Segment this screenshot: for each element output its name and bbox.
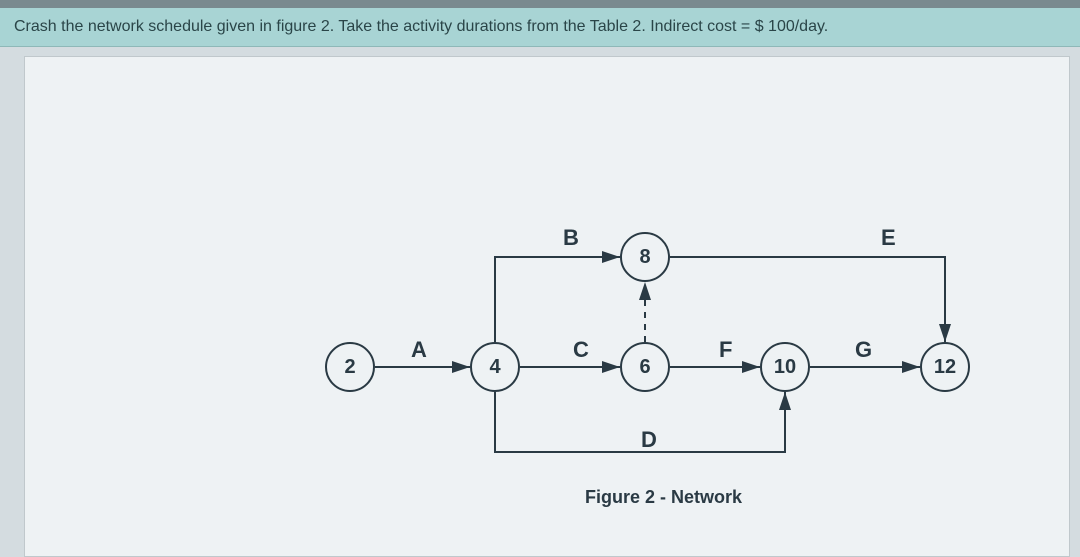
label-B: B: [563, 225, 579, 251]
node-8: 8: [620, 232, 670, 282]
node-4: 4: [470, 342, 520, 392]
node-2: 2: [325, 342, 375, 392]
node-6: 6: [620, 342, 670, 392]
label-C: C: [573, 337, 589, 363]
label-E: E: [881, 225, 896, 251]
label-D: D: [641, 427, 657, 453]
node-10: 10: [760, 342, 810, 392]
content-area: 2 4 6 8 10 12 A B C D E F G Figure 2 - N…: [24, 56, 1070, 557]
edge-E: [670, 257, 945, 342]
edge-D: [495, 392, 785, 452]
network-diagram: 2 4 6 8 10 12 A B C D E F G Figure 2 - N…: [325, 197, 1045, 517]
label-F: F: [719, 337, 732, 363]
question-text: Crash the network schedule given in figu…: [0, 8, 1080, 47]
label-G: G: [855, 337, 872, 363]
page-container: Crash the network schedule given in figu…: [0, 8, 1080, 557]
label-A: A: [411, 337, 427, 363]
figure-caption: Figure 2 - Network: [585, 487, 742, 508]
edge-B: [495, 257, 620, 342]
node-12: 12: [920, 342, 970, 392]
